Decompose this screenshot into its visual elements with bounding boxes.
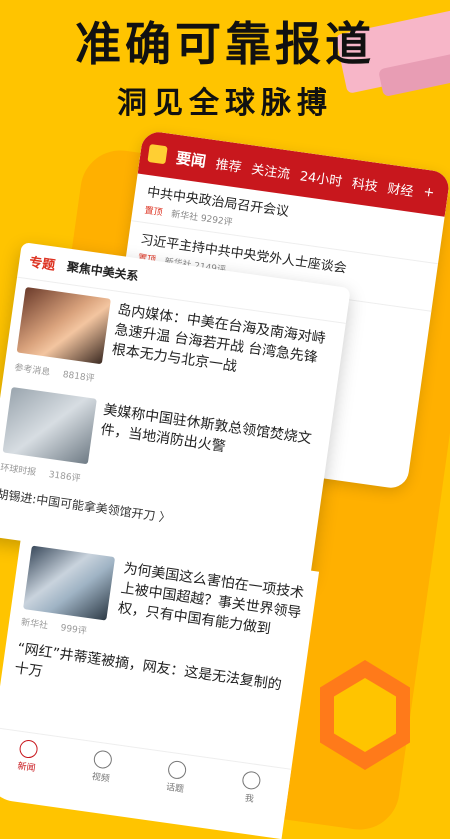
source: 参考消息 [13,363,51,379]
news-icon [18,738,40,759]
nav-video[interactable]: 视频 [91,748,114,785]
topic-title: 聚焦中美关系 [66,259,140,284]
thumbnail-image [23,545,116,621]
video-icon [93,748,114,770]
comments: 9292评 [200,213,234,229]
add-tab-button[interactable]: + [423,184,436,200]
hero-title: 准确可靠报道 [75,17,375,71]
tab-24h[interactable]: 24小时 [299,165,344,190]
nav-label: 话题 [165,782,185,795]
hero-subtitle: 洞见全球脉搏 [117,86,333,121]
app-logo-icon [147,143,168,165]
bottom-nav: 新闻 视频 话题 我 [0,727,292,816]
nav-topic[interactable]: 话题 [165,759,188,795]
front-phone-screen: 为何美国这么害怕在一项技术上被中国超越？事关世界领导权，只有中国有能力做到 新华… [0,530,320,839]
topic-icon [167,759,188,780]
comments: 3186评 [48,470,82,485]
tab-caijing[interactable]: 财经 [387,177,415,199]
topic-tag: 专题 [28,255,56,274]
nav-news[interactable]: 新闻 [16,738,40,774]
thumbnail-image [16,286,111,365]
source: 环球时报 [0,463,37,479]
source: 新华社 [170,209,199,224]
comments: 8818评 [62,370,96,385]
tab-tuijian[interactable]: 推荐 [215,153,243,175]
nav-label: 我 [244,793,255,805]
source: 新华社 [20,617,49,632]
nav-label: 视频 [91,771,111,785]
pin-tag: 置顶 [143,205,164,219]
profile-icon [241,769,263,791]
tab-yaowen[interactable]: 要闻 [175,146,208,171]
tab-guanzhuliu[interactable]: 关注流 [250,158,291,182]
comments: 999评 [59,623,88,637]
tab-keji[interactable]: 科技 [351,172,379,194]
thumbnail-image [2,386,97,465]
topic-card[interactable]: 专题 聚焦中美关系 岛内媒体：中美在台海及南海对峙急速升温 台海若开战 台湾急先… [0,242,351,582]
nav-label: 新闻 [16,761,37,774]
